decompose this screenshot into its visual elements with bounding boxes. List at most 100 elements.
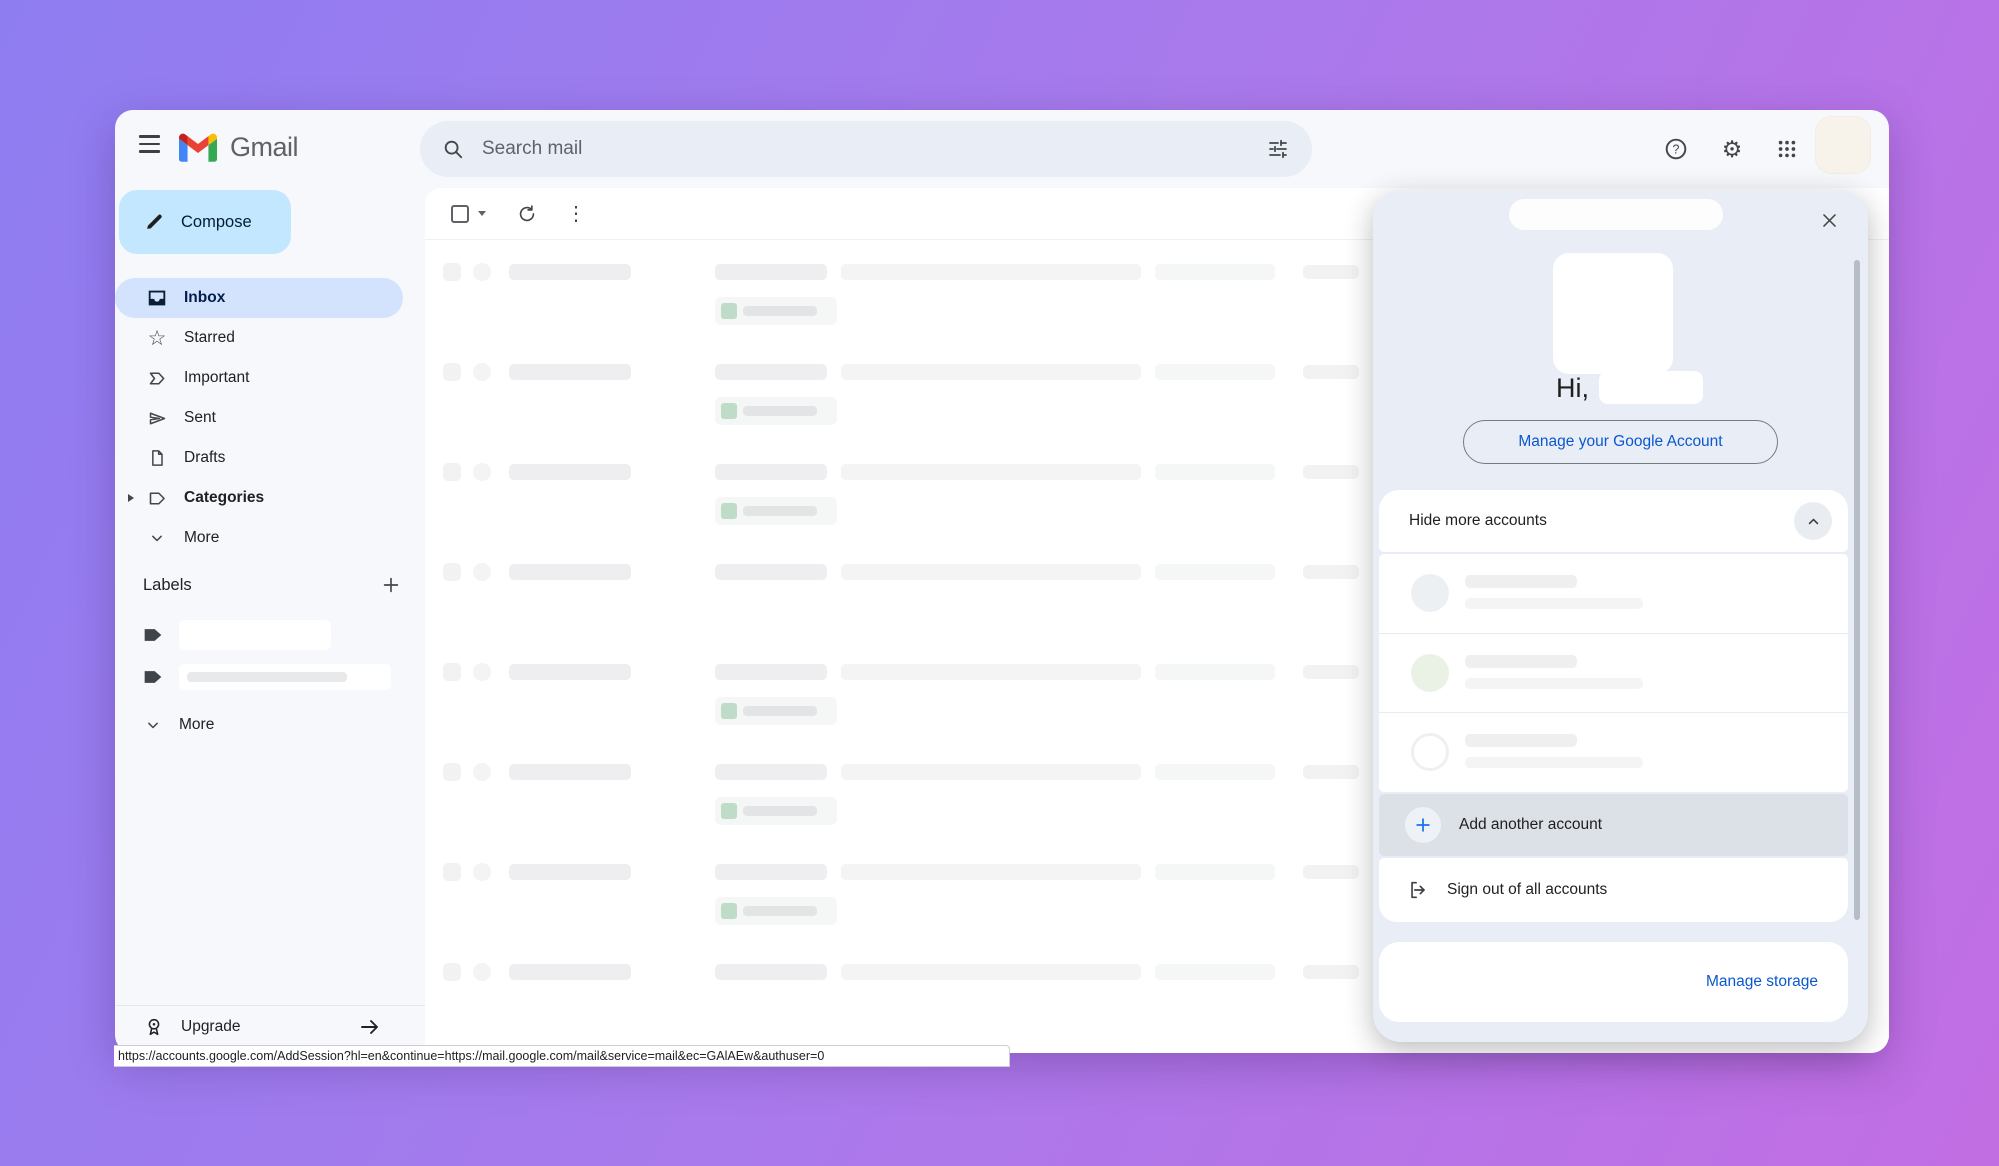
account-item-redacted[interactable] [1379,633,1848,712]
redacted-account-name [1599,371,1703,404]
checkbox-ghost [443,963,461,981]
storage-card: Manage storage [1379,942,1848,1022]
labels-heading: Labels [143,576,373,595]
star-ghost [473,663,491,681]
star-ghost [473,463,491,481]
date-ghost [1303,365,1359,379]
date-ghost [1303,665,1359,679]
star-ghost [473,963,491,981]
panel-scrollbar[interactable] [1854,260,1860,920]
checkbox-ghost [443,263,461,281]
sender-ghost [509,964,631,980]
sidebar-item-label: Categories [184,489,264,507]
attachment-chip-ghost [715,797,837,825]
more-options-icon[interactable]: ⋮ [566,204,586,224]
upgrade-button[interactable]: Upgrade [115,1005,425,1047]
sign-out-row[interactable]: Sign out of all accounts [1379,858,1848,922]
gmail-window: Gmail Search mail ? ⚙ [115,110,1889,1053]
account-item-redacted[interactable] [1379,554,1848,633]
sidebar-item-important[interactable]: Important [115,358,403,398]
sender-ghost [509,864,631,880]
attachment-chip-ghost [715,497,837,525]
snippet-ghost [841,864,1141,880]
gmail-wordmark: Gmail [230,132,298,163]
compose-button[interactable]: Compose [119,190,291,254]
sidebar-item-sent[interactable]: Sent [115,398,403,438]
help-icon[interactable]: ? [1660,133,1692,165]
select-dropdown-caret-icon[interactable] [478,211,486,216]
redacted-account-email [1465,757,1643,768]
sign-out-label: Sign out of all accounts [1447,881,1607,899]
sidebar-item-inbox[interactable]: Inbox [115,278,403,318]
settings-gear-icon[interactable]: ⚙ [1716,133,1748,165]
subject-ghost [715,964,827,980]
subject-ghost [715,764,827,780]
snippet-ghost [841,964,1141,980]
snippet-ghost [841,364,1141,380]
sidebar-item-categories[interactable]: Categories [115,478,403,518]
avatar [1411,733,1449,771]
refresh-icon[interactable] [516,203,538,225]
sidebar-item-label: Sent [184,409,216,427]
manage-storage-link[interactable]: Manage storage [1706,973,1818,991]
snippet-ghost [1155,864,1275,880]
create-label-plus-icon[interactable] [373,567,409,603]
sidebar-item-label: Starred [184,329,235,347]
sign-out-icon [1407,879,1429,901]
attachment-chip-ghost [715,897,837,925]
add-another-account-row[interactable]: Add another account [1379,794,1848,856]
redacted-label-name [179,664,391,690]
account-panel: Hi, Manage your Google Account Hide more… [1373,190,1868,1042]
pencil-icon [143,211,165,233]
snippet-ghost [1155,764,1275,780]
google-apps-icon[interactable] [1771,133,1803,165]
sidebar-item-label: Drafts [184,449,225,467]
labels-more-label: More [179,716,214,734]
subject-ghost [715,564,827,580]
sender-ghost [509,664,631,680]
sidebar-nav: Inbox ☆ Starred Important Sent [115,278,415,558]
search-input[interactable]: Search mail [482,138,1266,160]
label-tag-icon [143,626,163,644]
search-icon[interactable] [442,138,464,160]
star-ghost [473,863,491,881]
label-item-redacted[interactable] [115,615,415,655]
close-icon[interactable] [1813,204,1845,236]
svg-text:?: ? [1673,143,1680,157]
search-options-icon[interactable] [1266,137,1290,161]
sidebar-item-starred[interactable]: ☆ Starred [115,318,403,358]
subject-ghost [715,364,827,380]
star-icon: ☆ [145,326,169,350]
profile-avatar[interactable] [1815,116,1871,174]
search-bar[interactable]: Search mail [420,121,1312,177]
hide-more-accounts-row[interactable]: Hide more accounts [1379,490,1848,552]
redacted-account-avatar[interactable] [1553,253,1673,374]
chevron-down-icon [143,715,163,735]
label-item-redacted[interactable] [115,657,415,697]
sender-ghost [509,364,631,380]
sidebar-item-label: Important [184,369,249,387]
chevron-up-icon[interactable] [1794,502,1832,540]
account-item-redacted[interactable] [1379,712,1848,791]
date-ghost [1303,965,1359,979]
snippet-ghost [1155,964,1275,980]
redacted-label-name [179,620,331,650]
sidebar-item-label: More [184,529,219,547]
sender-ghost [509,764,631,780]
checkbox-ghost [443,563,461,581]
plus-icon [1405,807,1441,843]
redacted-account-name [1465,575,1577,588]
subject-ghost [715,264,827,280]
select-all-checkbox[interactable] [451,205,469,223]
main-menu-icon[interactable] [125,120,173,168]
gmail-logo[interactable]: Gmail [179,132,298,163]
snippet-ghost [841,564,1141,580]
labels-more[interactable]: More [115,705,415,745]
sidebar-item-more[interactable]: More [115,518,403,558]
date-ghost [1303,265,1359,279]
manage-google-account-button[interactable]: Manage your Google Account [1463,420,1778,464]
sidebar-item-drafts[interactable]: Drafts [115,438,403,478]
star-ghost [473,763,491,781]
sender-ghost [509,464,631,480]
expand-triangle-icon[interactable] [128,494,134,502]
